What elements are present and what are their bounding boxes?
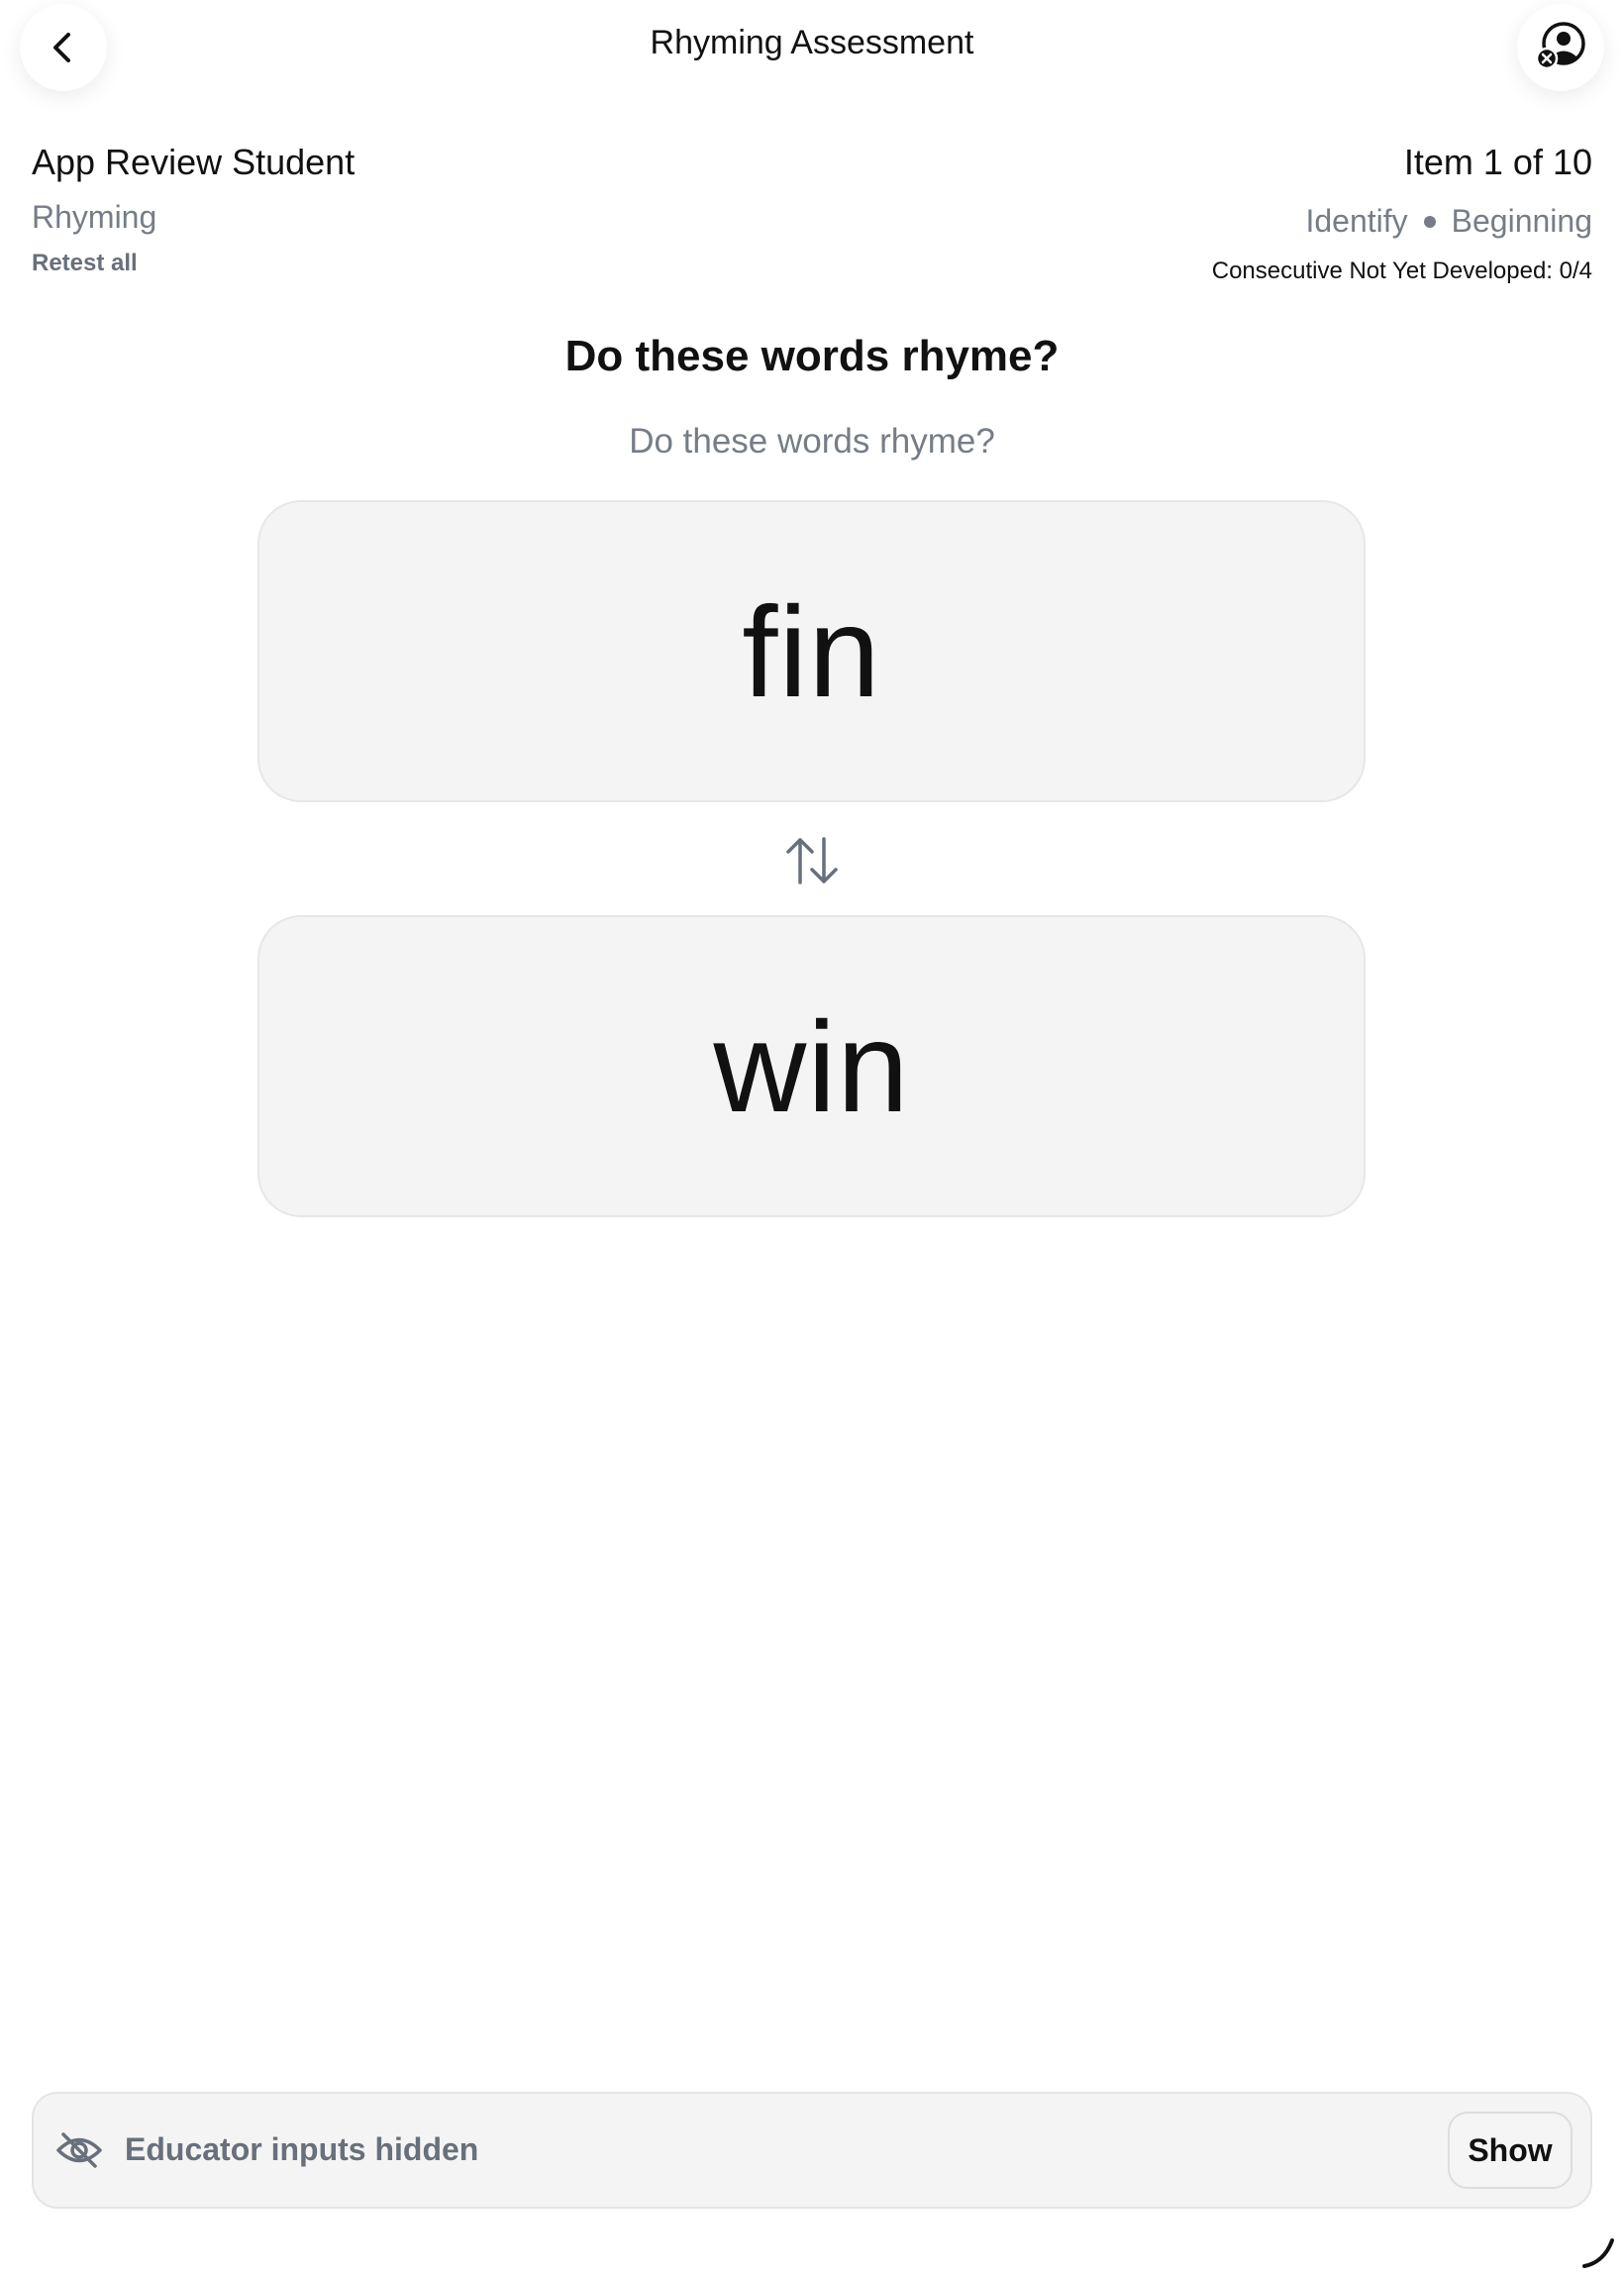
- task-type: Identify: [1305, 203, 1408, 239]
- retest-all-button[interactable]: Retest all: [32, 250, 138, 277]
- swap-vertical-icon: [786, 837, 838, 884]
- consecutive-counter: Consecutive Not Yet Developed: 0/4: [1211, 258, 1592, 284]
- task-level: Identify Beginning: [1305, 203, 1592, 240]
- separator-dot: [1423, 215, 1436, 228]
- task-level-label: Beginning: [1451, 203, 1592, 239]
- resize-handle-icon[interactable]: [1580, 2234, 1616, 2270]
- swap-words-button[interactable]: [778, 832, 846, 889]
- prompt-subheading: Do these words rhyme?: [629, 422, 995, 461]
- educator-inputs-label: Educator inputs hidden: [125, 2131, 479, 2167]
- student-name: App Review Student: [32, 142, 355, 182]
- word-card-second[interactable]: win: [257, 915, 1366, 1217]
- word-text: win: [713, 993, 910, 1139]
- skill-name: Rhyming: [32, 199, 157, 235]
- page-title: Rhyming Assessment: [650, 24, 974, 61]
- word-text: fin: [742, 578, 881, 724]
- show-educator-inputs-button[interactable]: Show: [1448, 2112, 1573, 2189]
- eye-off-icon: [56, 2132, 102, 2168]
- word-card-first[interactable]: fin: [257, 500, 1366, 802]
- profile-button[interactable]: [1517, 4, 1604, 91]
- educator-inputs-panel: Educator inputs hidden Show: [32, 2092, 1592, 2209]
- user-remove-icon: [1535, 22, 1585, 70]
- navigation-bar: Rhyming Assessment: [0, 0, 1624, 95]
- prompt-heading: Do these words rhyme?: [564, 332, 1060, 380]
- item-counter: Item 1 of 10: [1403, 142, 1592, 182]
